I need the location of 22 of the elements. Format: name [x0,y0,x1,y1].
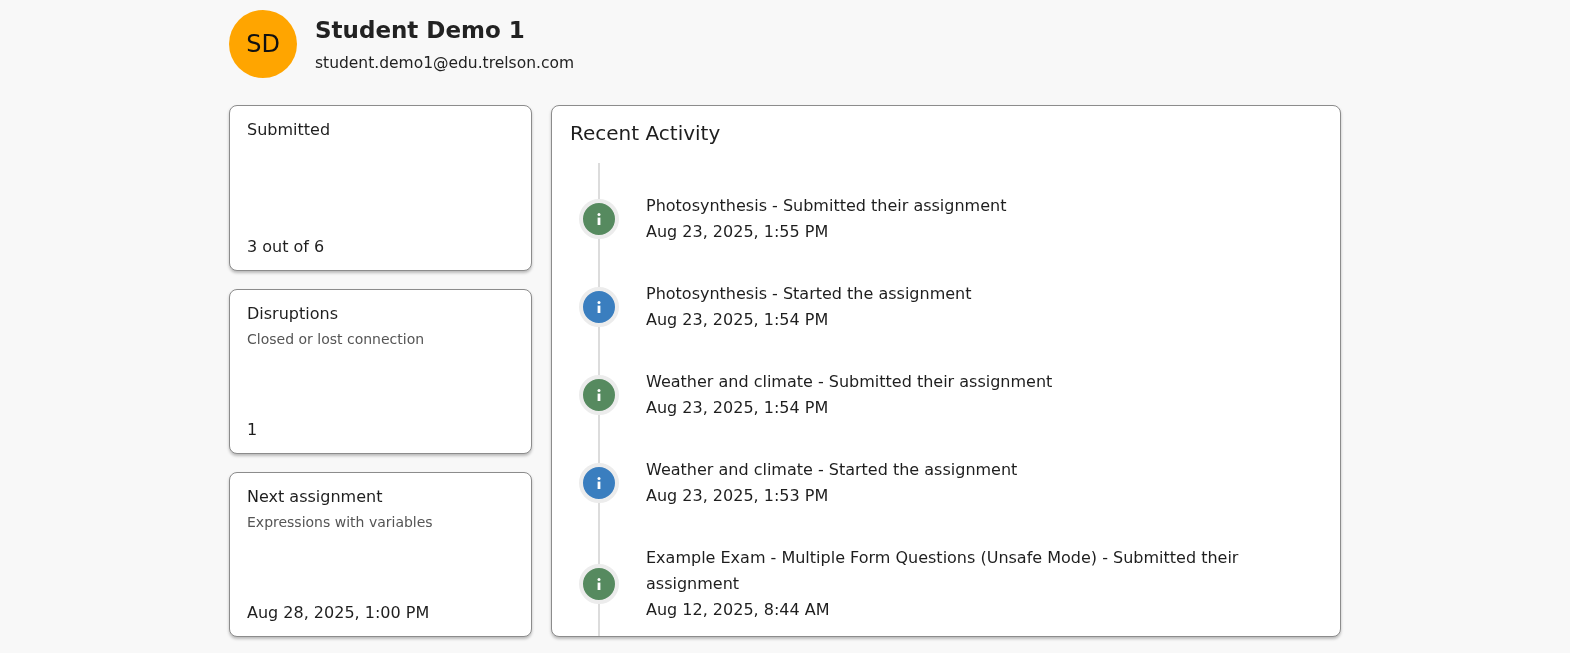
card-value: Aug 28, 2025, 1:00 PM [247,603,431,623]
card-value: 3 out of 6 [247,237,326,257]
activity-text: Photosynthesis - Started the assignment [646,283,972,305]
panel-title: Recent Activity [569,120,722,146]
student-name: Student Demo 1 [315,15,526,44]
card-title: Next assignment [247,487,384,507]
activity-time: Aug 23, 2025, 1:53 PM [646,485,830,507]
activity-text: Weather and climate - Started the assignment [646,459,1018,481]
activity-text: Example Exam - Multiple Form Questions (Unsafe Mode) - Submitted their assignment [646,547,1240,595]
activity-text: Photosynthesis - Submitted their assignment [646,195,1007,217]
card-title: Submitted [247,120,332,140]
card-subtitle: Expressions with variables [247,513,434,531]
card-value: 1 [247,420,259,440]
student-email: student.demo1@edu.trelson.com [315,52,574,73]
card-subtitle: Closed or lost connection [247,330,426,348]
activity-time: Aug 23, 2025, 1:54 PM [646,397,830,419]
activity-time: Aug 23, 2025, 1:54 PM [646,309,830,331]
card-title: Disruptions [247,304,339,324]
activity-time: Aug 23, 2025, 1:55 PM [646,221,830,243]
activity-time: Aug 12, 2025, 8:44 AM [646,599,831,621]
activity-text: Weather and climate - Submitted their assignment [646,371,1053,393]
user-avatar: SD [229,10,297,78]
